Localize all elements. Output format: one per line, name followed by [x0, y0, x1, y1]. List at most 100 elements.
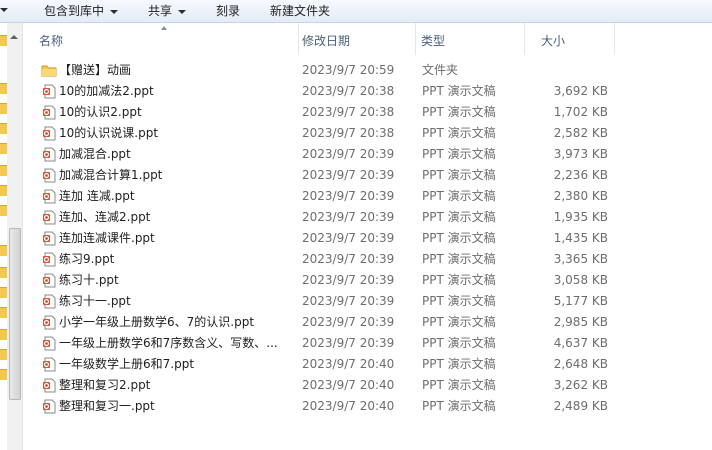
- column-header-size[interactable]: 大小: [525, 23, 615, 55]
- file-size: 2,648 KB: [553, 357, 608, 371]
- scrollbar-thumb[interactable]: [9, 228, 21, 400]
- file-type: PPT 演示文稿: [422, 252, 496, 266]
- chevron-down-icon[interactable]: [0, 8, 8, 12]
- file-row[interactable]: 加减混合计算1.ppt 2023/9/7 20:39 PPT 演示文稿 2,236 K…: [23, 165, 712, 186]
- column-name-label: 名称: [39, 34, 64, 48]
- file-type: PPT 演示文稿: [422, 105, 496, 119]
- file-row[interactable]: 10的认识2.ppt 2023/9/7 20:38 PPT 演示文稿 1,702 KB: [23, 102, 712, 123]
- file-name: 练习9.ppt: [59, 252, 115, 266]
- folder-icon[interactable]: [0, 35, 7, 46]
- file-name: 小学一年级上册数学6、7的认识.ppt: [59, 315, 255, 329]
- file-date: 2023/9/7 20:39: [302, 147, 395, 161]
- chevron-down-icon: [178, 9, 187, 14]
- file-row[interactable]: 整理和复习2.ppt 2023/9/7 20:40 PPT 演示文稿 3,262 KB: [23, 375, 712, 396]
- folder-icon[interactable]: [0, 287, 7, 298]
- ppt-file-icon: [42, 336, 56, 351]
- folder-icon[interactable]: [0, 267, 7, 278]
- folder-icon[interactable]: [0, 83, 7, 94]
- folder-icon[interactable]: [0, 349, 7, 360]
- file-row[interactable]: 加减混合.ppt 2023/9/7 20:39 PPT 演示文稿 3,973 KB: [23, 144, 712, 165]
- file-row[interactable]: 练习9.ppt 2023/9/7 20:39 PPT 演示文稿 3,365 KB: [23, 249, 712, 270]
- file-type: PPT 演示文稿: [422, 231, 496, 245]
- file-size: 2,985 KB: [553, 315, 608, 329]
- file-date: 2023/9/7 20:59: [302, 63, 395, 77]
- file-type: PPT 演示文稿: [422, 189, 496, 203]
- folder-icon[interactable]: [0, 329, 7, 340]
- share-label: 共享: [148, 4, 173, 18]
- column-header-date[interactable]: 修改日期: [286, 23, 416, 55]
- folder-icon[interactable]: [0, 307, 7, 318]
- navigation-scrollbar[interactable]: [7, 23, 23, 450]
- file-date: 2023/9/7 20:39: [302, 252, 395, 266]
- ppt-file-icon: [42, 147, 56, 162]
- file-size: 3,058 KB: [553, 273, 608, 287]
- file-date: 2023/9/7 20:39: [302, 336, 395, 350]
- file-row[interactable]: 练习十.ppt 2023/9/7 20:39 PPT 演示文稿 3,058 KB: [23, 270, 712, 291]
- ppt-file-icon: [42, 294, 56, 309]
- file-row[interactable]: 连加连减课件.ppt 2023/9/7 20:39 PPT 演示文稿 1,435 KB: [23, 228, 712, 249]
- file-date: 2023/9/7 20:39: [302, 210, 395, 224]
- file-name: 一年级数学上册6和7.ppt: [59, 357, 195, 371]
- file-row[interactable]: 连加、连减2.ppt 2023/9/7 20:39 PPT 演示文稿 1,935 KB: [23, 207, 712, 228]
- folder-icon[interactable]: [0, 123, 7, 134]
- ppt-file-icon: [42, 315, 56, 330]
- file-row[interactable]: 小学一年级上册数学6、7的认识.ppt 2023/9/7 20:39 PPT 演示文…: [23, 312, 712, 333]
- file-name: 加减混合计算1.ppt: [59, 168, 163, 182]
- file-name: 整理和复习2.ppt: [59, 378, 151, 392]
- file-row[interactable]: 连加 连减.ppt 2023/9/7 20:39 PPT 演示文稿 2,380 KB: [23, 186, 712, 207]
- column-header-type[interactable]: 类型: [405, 23, 525, 55]
- burn-button[interactable]: 刻录: [216, 3, 240, 19]
- file-size: 3,973 KB: [553, 147, 608, 161]
- file-type: PPT 演示文稿: [422, 378, 496, 392]
- share-button[interactable]: 共享: [148, 3, 187, 19]
- folder-icon[interactable]: [0, 103, 7, 114]
- file-row[interactable]: 10的加减法2.ppt 2023/9/7 20:38 PPT 演示文稿 3,692 K…: [23, 81, 712, 102]
- file-name: 10的加减法2.ppt: [59, 84, 154, 98]
- column-header-name[interactable]: 名称: [23, 23, 299, 55]
- ppt-file-icon: [42, 378, 56, 393]
- folder-icon[interactable]: [0, 185, 7, 196]
- ppt-file-icon: [42, 105, 56, 120]
- file-size: 5,177 KB: [553, 294, 608, 308]
- file-row[interactable]: 一年级上册数学6和7序数含义、写数、... 2023/9/7 20:39 PPT 演…: [23, 333, 712, 354]
- folder-icon[interactable]: [0, 205, 7, 216]
- file-type: PPT 演示文稿: [422, 210, 496, 224]
- file-size: 2,236 KB: [553, 168, 608, 182]
- new-folder-button[interactable]: 新建文件夹: [270, 3, 330, 19]
- ppt-file-icon: [42, 126, 56, 141]
- folder-icon[interactable]: [0, 369, 7, 380]
- file-size: 2,582 KB: [553, 126, 608, 140]
- file-row[interactable]: 练习十一.ppt 2023/9/7 20:39 PPT 演示文稿 5,177 KB: [23, 291, 712, 312]
- file-row[interactable]: 一年级数学上册6和7.ppt 2023/9/7 20:40 PPT 演示文稿 2,64…: [23, 354, 712, 375]
- file-date: 2023/9/7 20:39: [302, 315, 395, 329]
- file-date: 2023/9/7 20:40: [302, 378, 395, 392]
- file-size: 2,489 KB: [553, 399, 608, 413]
- include-in-library-button[interactable]: 包含到库中: [44, 3, 119, 19]
- file-size: 3,692 KB: [553, 84, 608, 98]
- ppt-file-icon: [42, 273, 56, 288]
- file-type: 文件夹: [422, 63, 459, 77]
- file-row[interactable]: 整理和复习一.ppt 2023/9/7 20:40 PPT 演示文稿 2,489 KB: [23, 396, 712, 417]
- command-bar: 包含到库中 共享 刻录 新建文件夹: [0, 0, 712, 23]
- ppt-file-icon: [42, 84, 56, 99]
- file-size: 2,380 KB: [553, 189, 608, 203]
- file-date: 2023/9/7 20:38: [302, 126, 395, 140]
- file-type: PPT 演示文稿: [422, 126, 496, 140]
- file-name: 练习十.ppt: [59, 273, 119, 287]
- file-date: 2023/9/7 20:39: [302, 273, 395, 287]
- file-type: PPT 演示文稿: [422, 399, 496, 413]
- ppt-file-icon: [42, 168, 56, 183]
- folder-icon[interactable]: [0, 245, 7, 256]
- file-row[interactable]: 【赠送】动画 2023/9/7 20:59 文件夹: [23, 60, 712, 81]
- file-date: 2023/9/7 20:39: [302, 231, 395, 245]
- scroll-up-arrow-icon[interactable]: [10, 35, 18, 39]
- column-type-label: 类型: [421, 34, 446, 48]
- ppt-file-icon: [42, 231, 56, 246]
- column-date-label: 修改日期: [302, 34, 351, 48]
- folder-icon: [41, 63, 57, 78]
- file-row[interactable]: 10的认识说课.ppt 2023/9/7 20:38 PPT 演示文稿 2,582 K…: [23, 123, 712, 144]
- file-date: 2023/9/7 20:39: [302, 168, 395, 182]
- folder-icon[interactable]: [0, 143, 7, 154]
- folder-icon[interactable]: [0, 165, 7, 176]
- file-name: 一年级上册数学6和7序数含义、写数、...: [59, 336, 278, 350]
